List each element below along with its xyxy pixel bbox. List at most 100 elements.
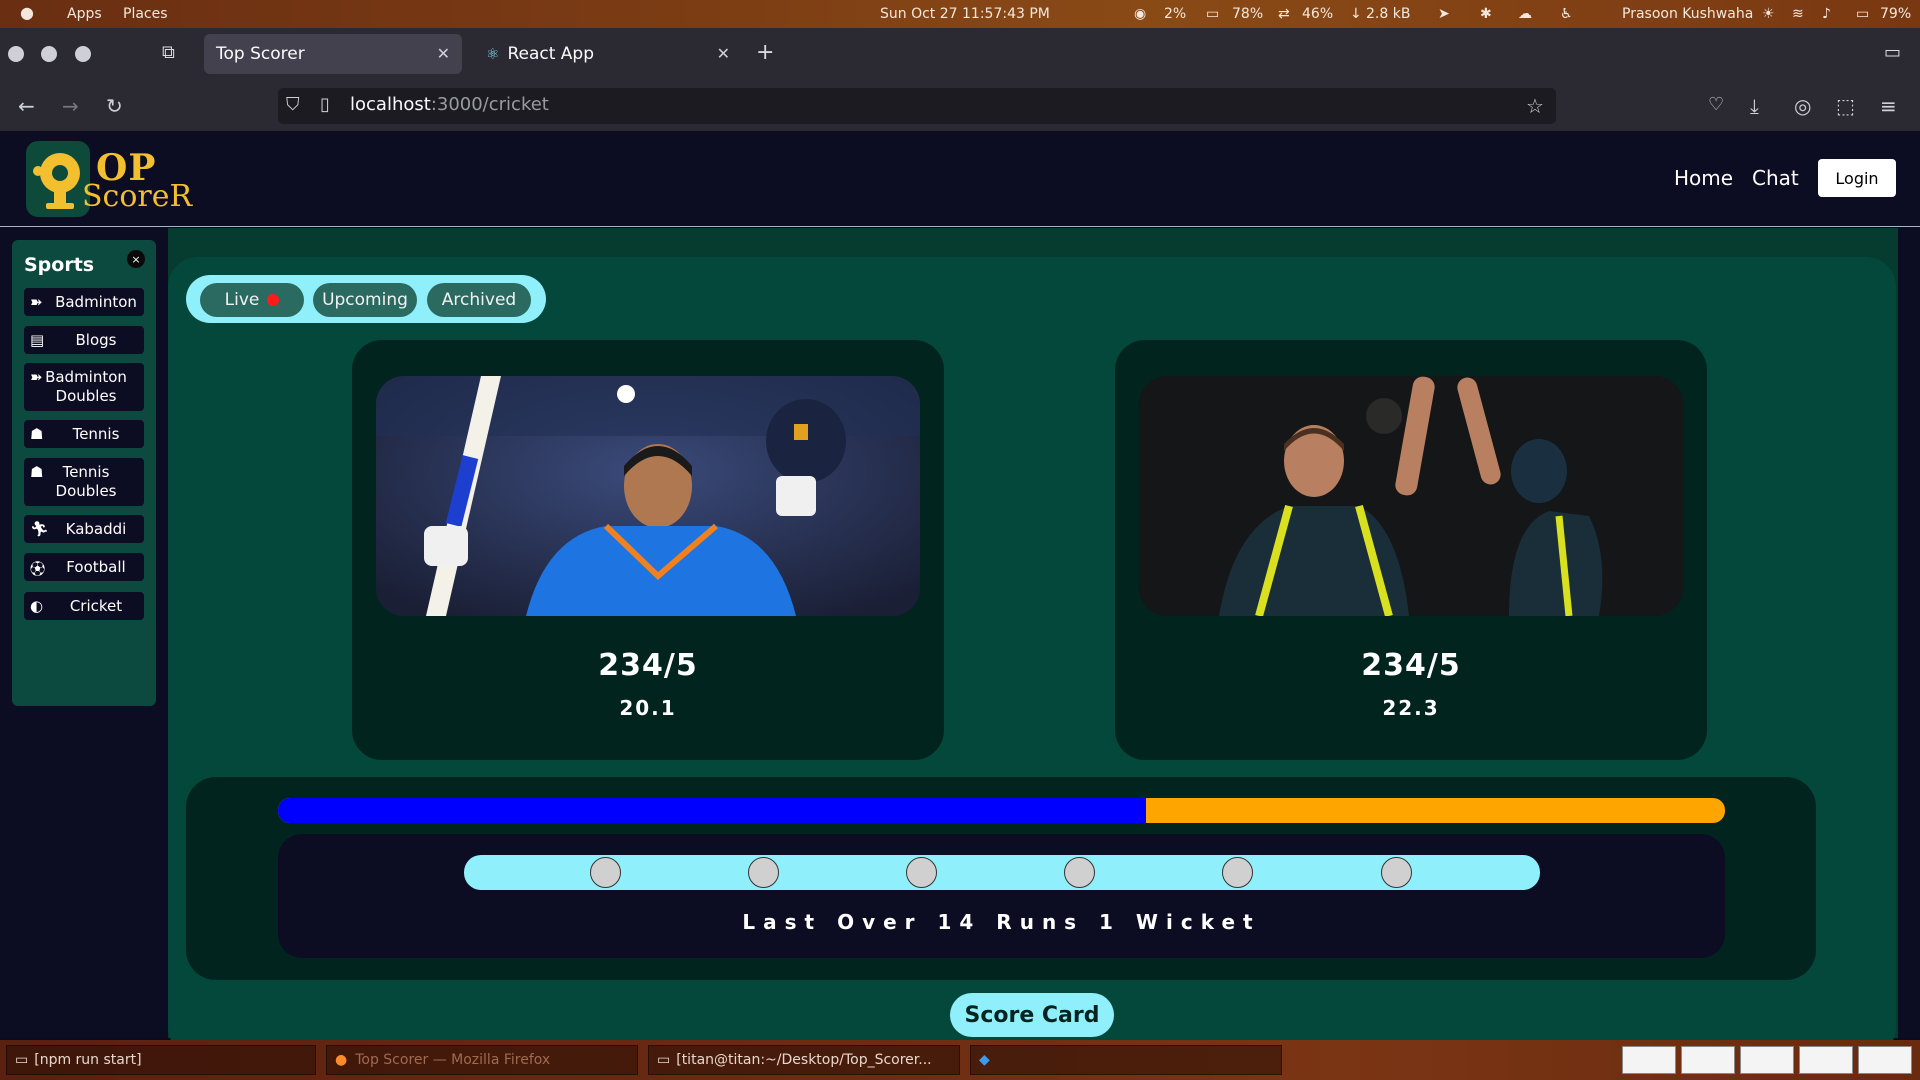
terminal-icon: ▭ (657, 1052, 671, 1068)
sidebar-item-tennis[interactable]: ☗ Tennis (24, 420, 144, 448)
brightness-icon[interactable]: ☀ (1762, 6, 1775, 22)
apple-icon[interactable]: ● (20, 3, 34, 22)
clock[interactable]: Sun Oct 27 11:57:43 PM (880, 6, 1050, 22)
tab-upcoming[interactable]: Upcoming (313, 283, 417, 317)
sidebar-title: Sports (24, 254, 95, 276)
taskbar-item-terminal[interactable]: ▭ [titan@titan:~/Desktop/Top_Scorer... (648, 1045, 960, 1075)
extensions-icon[interactable]: ⬚ (1836, 94, 1855, 118)
bluetooth-icon[interactable]: ✱ (1480, 6, 1492, 22)
sidebar-item-blogs[interactable]: ▤ Blogs (24, 326, 144, 354)
team-score: 234/5 (598, 648, 698, 683)
page-icon[interactable]: ▯ (320, 94, 330, 115)
workspace-1[interactable] (1622, 1046, 1676, 1074)
new-tab-icon[interactable]: + (756, 40, 774, 65)
download-icon: ↓ (1350, 6, 1362, 22)
sidebar-item-tennis-doubles[interactable]: ☗ Tennis Doubles (24, 458, 144, 506)
india-batter-photo (376, 376, 920, 616)
wifi-icon[interactable]: ≋ (1792, 6, 1804, 22)
taskbar-item-terminal-npm[interactable]: ▭ [npm run start] (6, 1045, 316, 1075)
ball-indicator (1064, 857, 1095, 888)
download-rate: 2.8 kB (1366, 6, 1411, 22)
sidebar-item-badminton[interactable]: ➽ Badminton (24, 288, 144, 316)
team-overs: 20.1 (619, 696, 677, 720)
react-icon: ⚛ (486, 45, 500, 63)
workspace-3[interactable] (1740, 1046, 1794, 1074)
ball-indicator (748, 857, 779, 888)
back-icon[interactable]: ← (18, 94, 35, 118)
trophy-icon (26, 141, 90, 217)
battery-icon[interactable]: ▭ (1856, 6, 1869, 22)
close-tab-icon[interactable]: ✕ (437, 44, 450, 63)
australia-bowlers-photo (1139, 376, 1683, 616)
blogs-icon: ▤ (30, 331, 45, 349)
window-minimize-button[interactable] (41, 46, 57, 62)
tab-list-icon[interactable]: ▭ (1884, 42, 1901, 63)
tab-top-scorer[interactable]: Top Scorer ✕ (204, 34, 462, 74)
sidebar-item-kabaddi[interactable]: 🏃︎ Kabaddi (24, 515, 144, 543)
workspace-5[interactable] (1858, 1046, 1912, 1074)
battery-level: 79% (1880, 6, 1912, 22)
account-icon[interactable]: ◎ (1794, 94, 1811, 118)
firefox-icon: ● (335, 1052, 348, 1068)
telegram-icon[interactable]: ➤ (1438, 6, 1450, 22)
sidebar-item-football[interactable]: ⚽︎ Football (24, 553, 144, 581)
taskbar-item-firefox[interactable]: ● Top Scorer — Mozilla Firefox (326, 1045, 638, 1075)
login-button[interactable]: Login (1818, 159, 1896, 197)
terminal-icon: ▭ (15, 1052, 29, 1068)
pocket-icon[interactable]: ♡ (1708, 94, 1724, 115)
tab-live[interactable]: Live (200, 283, 304, 317)
app-header (0, 131, 1920, 227)
tennis-icon: ☗ (30, 425, 44, 443)
downloads-icon[interactable]: ⤓ (1750, 94, 1759, 118)
accessibility-icon[interactable]: ♿ (1560, 6, 1573, 22)
win-probability-bar (278, 798, 1725, 823)
vscode-icon: ◆ (979, 1052, 990, 1068)
user-name[interactable]: Prasoon Kushwaha (1622, 6, 1753, 22)
badminton-icon: ➽ (30, 293, 43, 311)
ball-indicator (590, 857, 621, 888)
tab-label: React App (507, 44, 595, 64)
team-score: 234/5 (1361, 648, 1461, 683)
balls-track (464, 855, 1540, 890)
cloud-icon[interactable]: ☁ (1518, 6, 1532, 22)
apps-menu[interactable]: Apps (67, 6, 102, 22)
cricket-icon: ◐ (30, 597, 44, 615)
football-icon: ⚽︎ (30, 560, 46, 578)
volume-icon[interactable]: ♪ (1822, 6, 1831, 22)
ball-indicator (1381, 857, 1412, 888)
workspace-2[interactable] (1681, 1046, 1735, 1074)
network-usage: 46% (1302, 6, 1334, 22)
window-close-button[interactable] (8, 46, 24, 62)
reload-icon[interactable]: ↻ (106, 94, 123, 118)
places-menu[interactable]: Places (123, 6, 168, 22)
sidebar-item-cricket[interactable]: ◐ Cricket (24, 592, 144, 620)
cpu-usage: 2% (1164, 6, 1187, 22)
menu-icon[interactable]: ≡ (1880, 94, 1897, 118)
score-card-button[interactable]: Score Card (950, 993, 1114, 1037)
network-icon: ⇄ (1278, 6, 1290, 22)
tab-react-app[interactable]: ⚛ React App ✕ (474, 34, 742, 74)
logo-text-bottom: ScoreR (82, 179, 193, 214)
url-text[interactable]: localhost:3000/cricket (350, 94, 549, 115)
nav-chat[interactable]: Chat (1752, 166, 1799, 190)
forward-icon[interactable]: → (62, 94, 79, 118)
ball-indicator (1222, 857, 1253, 888)
shield-icon[interactable]: ⛉ (286, 94, 300, 115)
team1-progress-fill (278, 798, 1147, 823)
live-indicator-icon (267, 294, 280, 306)
close-tab-icon[interactable]: ✕ (717, 44, 730, 63)
workspace-4[interactable] (1799, 1046, 1853, 1074)
cpu-icon: ◉ (1134, 6, 1147, 22)
logo[interactable]: OP ScoreR (26, 141, 193, 217)
taskbar-item-vscode[interactable]: ◆ (970, 1045, 1282, 1075)
window-maximize-button[interactable] (75, 46, 91, 62)
tab-overview-icon[interactable]: ⧉ (162, 42, 175, 63)
ball-indicator (906, 857, 937, 888)
sidebar-close-icon[interactable]: × (127, 250, 145, 268)
bookmark-star-icon[interactable]: ☆ (1526, 94, 1544, 118)
sidebar-item-badminton-doubles[interactable]: ➽ Badminton Doubles (24, 363, 144, 411)
tab-label: Top Scorer (216, 44, 305, 64)
tab-archived[interactable]: Archived (427, 283, 531, 317)
nav-home[interactable]: Home (1674, 166, 1733, 190)
memory-icon: ▭ (1206, 6, 1220, 22)
